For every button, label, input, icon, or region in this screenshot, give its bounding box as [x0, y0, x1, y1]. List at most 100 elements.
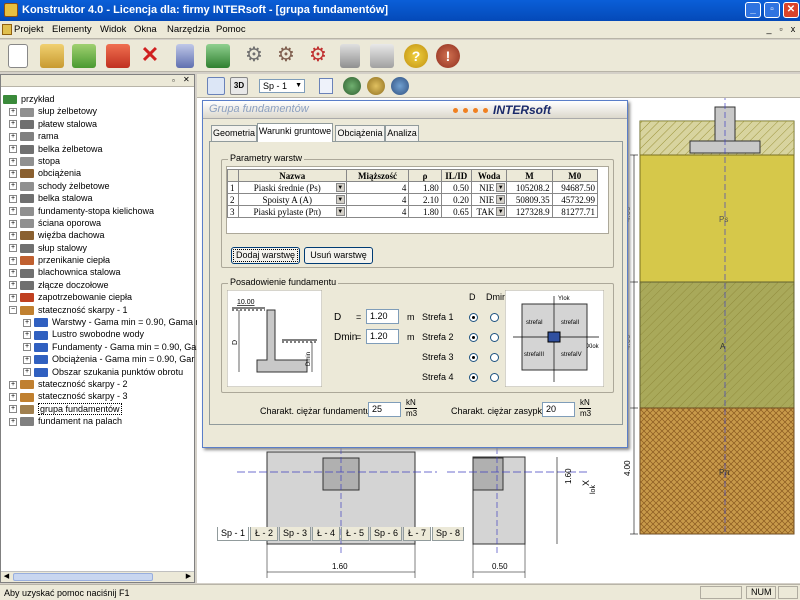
gear-edit-icon[interactable]: ⚙	[274, 44, 298, 68]
expand-icon[interactable]: +	[9, 269, 17, 278]
chevron-down-icon[interactable]: ▼	[335, 183, 345, 192]
tab-warunki-gruntowe[interactable]: Warunki gruntowe	[257, 123, 333, 142]
expand-icon[interactable]: +	[9, 219, 17, 228]
expand-icon[interactable]: +	[9, 157, 17, 166]
tree-item[interactable]: + fundament na palach	[3, 415, 193, 427]
help-icon[interactable]: ?	[404, 44, 428, 68]
open-green-folder-icon[interactable]	[72, 44, 96, 68]
tree-item[interactable]: + grupa fundamentów	[3, 402, 193, 415]
tree-item[interactable]: + złącze doczołowe	[3, 279, 193, 291]
tab-geometria[interactable]: Geometria	[211, 125, 257, 141]
layer-row[interactable]: 3 Piaski pylaste (Pπ) ▼ 4 1.80 0.65 TAK ▼ 127328…	[227, 205, 599, 218]
scroll-right-icon[interactable]: ▶	[183, 572, 194, 582]
view-3d-icon[interactable]: 3D	[230, 77, 248, 95]
mdi-restore-button[interactable]: ▫	[776, 24, 786, 34]
tree-item[interactable]: + Obszar szukania punktów obrotu	[3, 366, 193, 378]
dmin-input[interactable]: 1.20	[366, 329, 399, 344]
bottom-tab[interactable]: Sp - 6	[370, 527, 402, 541]
zone-d-radio[interactable]	[469, 353, 478, 362]
chevron-down-icon[interactable]: ▼	[496, 207, 506, 216]
delete-icon[interactable]: ✕	[138, 44, 162, 68]
pane-menu-icon[interactable]: ▫	[172, 76, 175, 85]
zone-dmin-radio[interactable]	[490, 333, 499, 342]
mdi-close-button[interactable]: x	[788, 24, 798, 34]
calc-yellow-icon[interactable]	[367, 77, 385, 95]
pane-close-icon[interactable]: ✕	[183, 75, 190, 84]
bottom-tab[interactable]: Ł - 5	[341, 527, 369, 541]
layer-cell-thk[interactable]: 4	[345, 181, 410, 194]
expand-icon[interactable]: +	[9, 169, 17, 178]
expand-icon[interactable]: +	[9, 380, 17, 389]
expand-icon[interactable]: +	[9, 405, 17, 414]
gear-icon[interactable]: ⚙	[242, 44, 266, 68]
layer-cell-name[interactable]: Piaski średnie (Ps) ▼	[237, 181, 347, 194]
tree-item[interactable]: + rama	[3, 130, 193, 142]
expand-icon[interactable]: +	[23, 355, 31, 364]
document-icon[interactable]	[319, 78, 333, 94]
layer-cell-water[interactable]: TAK ▼	[470, 205, 508, 218]
tree-item[interactable]: przykład	[3, 93, 193, 105]
remove-layer-button[interactable]: Usuń warstwę	[304, 247, 373, 264]
layer-cell-name[interactable]: Spoisty A (A) ▼	[237, 193, 347, 206]
tab-analiza[interactable]: Analiza	[385, 125, 419, 141]
mdi-minimize-button[interactable]: _	[764, 24, 774, 34]
calculator-icon[interactable]	[340, 44, 360, 68]
tree-item[interactable]: + Fundamenty - Gama min = 0.90, Gar	[3, 341, 199, 353]
expand-icon[interactable]: +	[23, 331, 31, 340]
tree-scrollbar[interactable]: ◀ ▶	[1, 571, 194, 582]
tree-item[interactable]: + zapotrzebowanie ciepła	[3, 291, 193, 303]
expand-icon[interactable]: +	[23, 343, 31, 352]
table-view-icon[interactable]	[207, 77, 225, 95]
chevron-down-icon[interactable]: ▼	[335, 207, 345, 216]
zone-dmin-radio[interactable]	[490, 313, 499, 322]
expand-icon[interactable]: +	[9, 132, 17, 141]
bottom-tab[interactable]: Sp - 3	[279, 527, 311, 541]
expand-icon[interactable]: +	[9, 145, 17, 154]
layer-cell-water[interactable]: NIE ▼	[470, 193, 508, 206]
expand-icon[interactable]: +	[9, 182, 17, 191]
properties-icon[interactable]	[176, 44, 194, 68]
tree-item[interactable]: − stateczność skarpy - 1	[3, 304, 193, 316]
layer-cell-thk[interactable]: 4	[345, 205, 410, 218]
bottom-tab[interactable]: Ł - 4	[312, 527, 340, 541]
tree-item[interactable]: + słup żelbetowy	[3, 105, 193, 117]
open-folder-icon[interactable]	[40, 44, 64, 68]
scroll-left-icon[interactable]: ◀	[1, 572, 12, 582]
chevron-down-icon[interactable]: ▼	[496, 195, 506, 204]
fill-weight-input[interactable]: 20	[542, 402, 575, 417]
expand-icon[interactable]: +	[9, 244, 17, 253]
tree-item[interactable]: + przenikanie ciepła	[3, 254, 193, 266]
tree-item[interactable]: + słup stalowy	[3, 242, 193, 254]
tree-item[interactable]: + obciążenia	[3, 167, 193, 179]
tree-item[interactable]: + Lustro swobodne wody	[3, 328, 193, 340]
zone-dmin-radio[interactable]	[490, 373, 499, 382]
tree-item[interactable]: + belka stalowa	[3, 192, 193, 204]
bottom-tab[interactable]: Sp - 1	[217, 527, 249, 541]
bottom-tab[interactable]: Ł - 7	[403, 527, 431, 541]
expand-icon[interactable]: +	[9, 120, 17, 129]
menu-narzedzia[interactable]: Narzędzia	[167, 24, 210, 35]
expand-icon[interactable]: +	[9, 256, 17, 265]
tree-item[interactable]: + ściana oporowa	[3, 217, 193, 229]
menu-widok[interactable]: Widok	[100, 24, 126, 35]
tree-item[interactable]: + Obciążenia - Gama min = 0.90, Gar	[3, 353, 194, 365]
tree-item[interactable]: + fundamenty-stopa kielichowa	[3, 205, 193, 217]
calc-green-icon[interactable]	[343, 77, 361, 95]
menu-pomoc[interactable]: Pomoc	[216, 24, 246, 35]
menu-projekt[interactable]: Projekt	[14, 24, 44, 35]
zone-dmin-radio[interactable]	[490, 353, 499, 362]
tree-item[interactable]: + stateczność skarpy - 2	[3, 378, 193, 390]
layer-row[interactable]: 1 Piaski średnie (Ps) ▼ 4 1.80 0.50 NIE ▼ 105208…	[227, 181, 599, 194]
expand-icon[interactable]: +	[9, 108, 17, 117]
expand-icon[interactable]: +	[9, 231, 17, 240]
scrollbar-thumb[interactable]	[13, 573, 153, 581]
minimize-button[interactable]: _	[745, 2, 761, 18]
zone-d-radio[interactable]	[469, 333, 478, 342]
layer-cell-name[interactable]: Piaski pylaste (Pπ) ▼	[237, 205, 347, 218]
bottom-tab[interactable]: Ł - 2	[250, 527, 278, 541]
expand-icon[interactable]: +	[9, 207, 17, 216]
maximize-button[interactable]: ▫	[764, 2, 780, 18]
close-button[interactable]: ✕	[783, 2, 799, 18]
expand-icon[interactable]: +	[9, 281, 17, 290]
gear-delete-icon[interactable]: ⚙	[306, 44, 330, 68]
